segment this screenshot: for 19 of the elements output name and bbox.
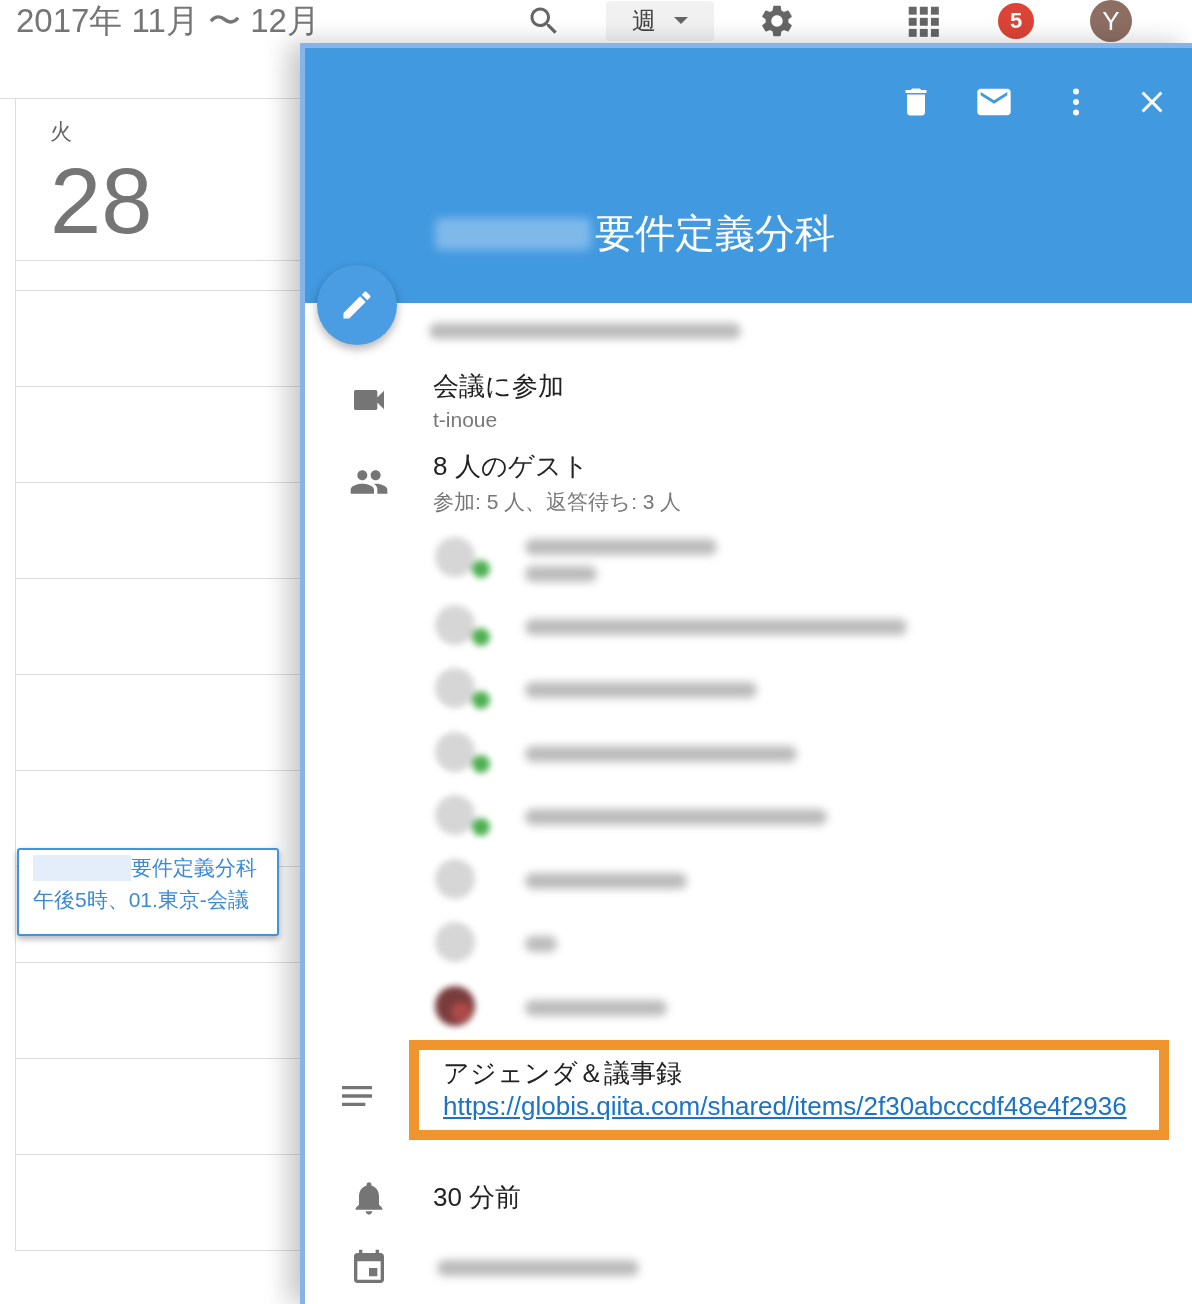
view-dropdown[interactable]: 週 [606,1,714,41]
reminder-text: 30 分前 [433,1181,522,1214]
guest-count: 8 人のゲスト [433,449,590,483]
weekday-label: 火 [50,118,73,146]
notification-badge[interactable]: 5 [998,3,1034,39]
meeting-id: t-inoue [433,407,499,432]
join-meeting-link[interactable]: 会議に参加 [433,368,564,404]
account-avatar[interactable]: Y [1090,0,1132,42]
edit-button[interactable] [317,265,397,345]
description-text: アジェンダ＆議事録 [443,1056,683,1090]
event-title: 要件定義分科 [595,210,835,257]
date-range-title: 2017年 11月 〜 12月 [16,1,321,41]
guest-response-summary: 参加: 5 人、返答待ち: 3 人 [433,488,682,515]
event-chip[interactable]: 要件定義分科 午後5時、01.東京-会議 [17,848,279,936]
caret-icon [674,17,688,25]
date-number[interactable]: 28 [50,155,153,247]
event-title: 要件定義分科 [131,855,257,881]
event-time-place: 午後5時、01.東京-会議 [33,887,250,913]
description-link[interactable]: https://globis.qiita.com/shared/items/2f30abcccdf48e4f2936 [443,1090,1143,1122]
